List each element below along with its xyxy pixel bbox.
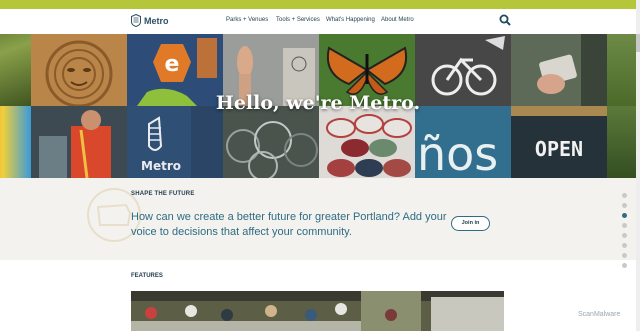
hero-tile-plants: [607, 106, 636, 178]
nav-whats-happening[interactable]: What's Happening: [326, 17, 375, 23]
hero-tile-bikes: [223, 106, 319, 178]
features-label: FEATURES: [131, 273, 163, 279]
nav-parks-venues[interactable]: Parks + Venues: [226, 17, 268, 23]
hero-tile-open-sign: OPEN: [511, 106, 607, 178]
search-icon[interactable]: [499, 14, 511, 26]
hero-tile-nos-sign: ños: [415, 106, 511, 178]
scrollbar-thumb[interactable]: [636, 34, 640, 52]
svg-text:e: e: [165, 52, 180, 77]
shirt-text: Metro: [141, 159, 181, 173]
hero-tile-colorful-building: [0, 106, 31, 178]
hero-tile-metro-shirt: Metro: [127, 106, 223, 178]
nav-about-metro[interactable]: About Metro: [381, 17, 414, 23]
section-dot[interactable]: [622, 233, 627, 238]
section-dot[interactable]: [622, 243, 627, 248]
metro-logo[interactable]: Metro: [131, 14, 169, 27]
section-dot[interactable]: [622, 263, 627, 268]
section-label: SHAPE THE FUTURE: [131, 191, 195, 197]
open-sign-text: OPEN: [535, 137, 583, 161]
section-text: How can we create a better future for gr…: [131, 211, 447, 238]
hero-title: Hello, we're Metro.: [215, 92, 421, 114]
hero-banner: e Metro ños OPEN Hello, we're Metro.: [0, 34, 636, 178]
scanmalware-watermark: ScanMalware: [578, 311, 621, 318]
nav-tools-services[interactable]: Tools + Services: [276, 17, 320, 23]
nos-sign-text: ños: [417, 127, 498, 178]
section-dot[interactable]: [622, 193, 627, 198]
features-image[interactable]: [131, 291, 504, 331]
hero-tile-worker: [31, 106, 127, 178]
metro-logo-icon: [131, 14, 141, 27]
section-dot[interactable]: [622, 223, 627, 228]
top-accent-strip: [0, 0, 640, 9]
site-header: Metro Parks + Venues Tools + Services Wh…: [0, 9, 636, 34]
section-dot[interactable]: [622, 253, 627, 258]
section-dot-active[interactable]: [622, 213, 627, 218]
hero-tile-paint-cans: [319, 106, 415, 178]
shape-the-future-section: SHAPE THE FUTURE How can we create a bet…: [0, 178, 636, 260]
logo-text: Metro: [144, 15, 169, 26]
join-in-button[interactable]: Join in: [451, 216, 490, 231]
section-dot[interactable]: [622, 203, 627, 208]
